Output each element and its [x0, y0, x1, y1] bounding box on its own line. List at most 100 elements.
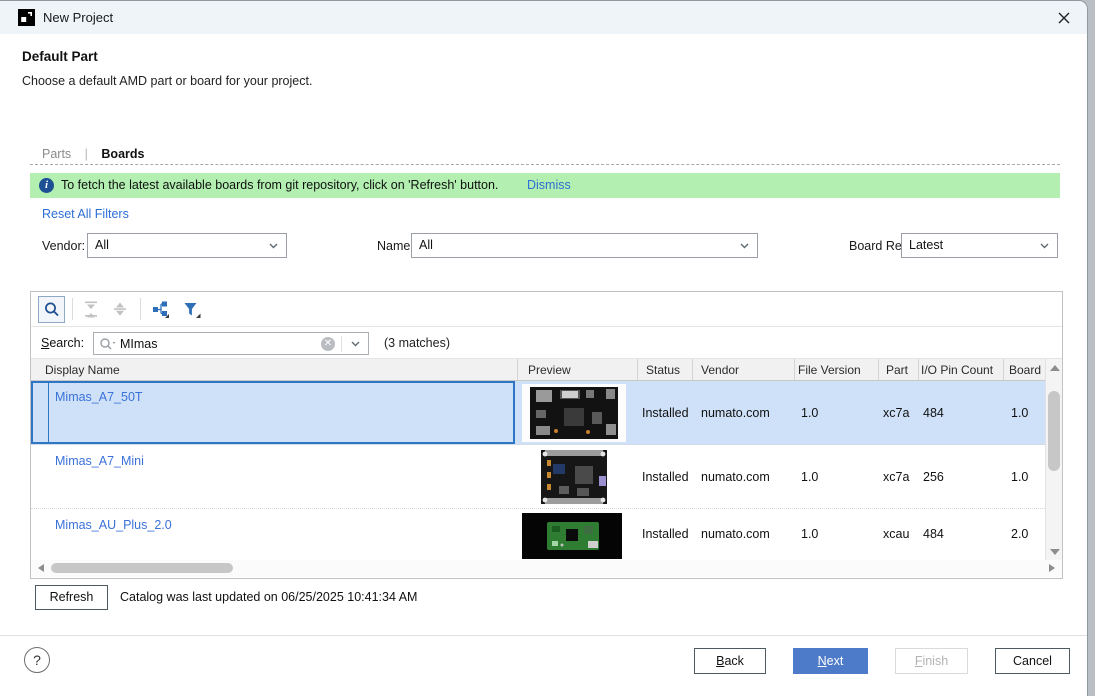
back-button[interactable]: Back [694, 648, 766, 674]
vertical-scrollbar[interactable] [1045, 359, 1062, 561]
toolbar-separator [140, 298, 141, 320]
cancel-button[interactable]: Cancel [995, 648, 1070, 674]
clear-search-icon[interactable]: ✕ [321, 337, 335, 351]
board-rev-cell: 1.0 [1011, 470, 1028, 484]
io-pin-count-cell: 256 [923, 470, 944, 484]
tab-separator: | [85, 147, 88, 161]
col-vendor[interactable]: Vendor [701, 363, 739, 377]
table-row-mimas-a7-mini[interactable]: Mimas_A7_Mini Installed numato.com 1.0 [31, 445, 1045, 509]
next-button[interactable]: Next [793, 648, 868, 674]
grid-rows: Mimas_A7_50T Installed numato.com 1.0 [31, 381, 1045, 561]
search-value: MImas [120, 337, 158, 351]
col-display-name[interactable]: Display Name [45, 363, 120, 377]
name-select[interactable]: All [411, 233, 758, 258]
page-subtitle: Choose a default AMD part or board for y… [22, 74, 312, 88]
search-label: Search: [41, 336, 84, 350]
tabs-divider [30, 164, 1060, 165]
selection-border [31, 381, 515, 444]
scroll-left-icon[interactable] [38, 564, 44, 572]
col-preview[interactable]: Preview [528, 363, 571, 377]
grid-header: Display Name Preview Status Vendor File … [31, 359, 1045, 381]
field-separator [341, 336, 342, 352]
part-cell: xcau [883, 527, 917, 541]
board-preview-image [522, 513, 622, 559]
footer-divider [0, 635, 1088, 636]
board-grid: Display Name Preview Status Vendor File … [31, 359, 1062, 561]
board-table-panel: Search: MImas ✕ (3 matches) Display Name… [30, 291, 1063, 579]
tabs: Parts | Boards [42, 147, 144, 161]
scroll-up-icon[interactable] [1050, 365, 1060, 371]
io-pin-count-cell: 484 [923, 527, 944, 541]
col-board-rev[interactable]: Board [1009, 363, 1045, 377]
match-count: (3 matches) [384, 336, 450, 350]
vertical-scroll-thumb[interactable] [1048, 391, 1060, 471]
col-io-pin-count[interactable]: I/O Pin Count [921, 363, 993, 377]
collapse-all-icon[interactable] [78, 296, 105, 323]
vendor-cell: numato.com [701, 527, 770, 541]
table-search-row: Search: MImas ✕ (3 matches) [31, 328, 1062, 359]
board-rev-cell: 2.0 [1011, 527, 1028, 541]
horizontal-scroll-thumb[interactable] [51, 563, 233, 573]
titlebar: New Project [0, 1, 1087, 34]
chevron-down-icon [1040, 243, 1049, 249]
amd-logo-icon [18, 9, 35, 26]
col-status[interactable]: Status [646, 363, 680, 377]
table-toolbar [31, 292, 1062, 327]
table-row-mimas-a7-50t[interactable]: Mimas_A7_50T Installed numato.com 1.0 [31, 381, 1045, 445]
status-cell: Installed [642, 470, 689, 484]
close-icon[interactable] [1053, 7, 1075, 29]
catalog-status-text: Catalog was last updated on 06/25/2025 1… [120, 590, 417, 604]
col-part[interactable]: Part [886, 363, 908, 377]
window-title: New Project [43, 10, 113, 25]
vendor-cell: numato.com [701, 470, 770, 484]
vendor-label: Vendor: [42, 239, 85, 253]
board-preview-image [537, 446, 611, 508]
part-cell: xc7a [883, 470, 917, 484]
io-pin-count-cell: 484 [923, 406, 944, 420]
file-version-cell: 1.0 [801, 470, 818, 484]
vendor-select[interactable]: All [87, 233, 287, 258]
chevron-down-icon [269, 243, 278, 249]
board-rev-select[interactable]: Latest [901, 233, 1058, 258]
scroll-down-icon[interactable] [1050, 549, 1060, 555]
table-row-mimas-au-plus[interactable]: Mimas_AU_Plus_2.0 Installed numato.com 1… [31, 509, 1045, 561]
info-banner: i To fetch the latest available boards f… [30, 173, 1060, 198]
dismiss-link[interactable]: Dismiss [527, 173, 571, 198]
board-rev-value: Latest [909, 238, 943, 252]
board-name-link[interactable]: Mimas_A7_Mini [55, 454, 144, 468]
board-name-link[interactable]: Mimas_AU_Plus_2.0 [55, 518, 172, 532]
page-title: Default Part [22, 49, 98, 64]
reset-all-filters-link[interactable]: Reset All Filters [42, 207, 129, 221]
search-toggle-button[interactable] [38, 296, 65, 323]
search-icon [99, 337, 116, 356]
file-version-cell: 1.0 [801, 527, 818, 541]
search-input[interactable]: MImas ✕ [93, 332, 369, 355]
chevron-down-icon[interactable] [351, 341, 360, 347]
filter-icon[interactable] [178, 296, 205, 323]
scroll-right-icon[interactable] [1049, 564, 1055, 572]
new-project-dialog: New Project Default Part Choose a defaul… [0, 0, 1088, 696]
board-preview-image [522, 384, 626, 442]
vendor-cell: numato.com [701, 406, 770, 420]
file-version-cell: 1.0 [801, 406, 818, 420]
finish-button: Finish [895, 648, 968, 674]
col-file-version[interactable]: File Version [798, 363, 861, 377]
name-label: Name: [377, 239, 414, 253]
refresh-button[interactable]: Refresh [35, 585, 108, 610]
status-cell: Installed [642, 406, 689, 420]
group-by-icon[interactable] [147, 296, 174, 323]
info-icon: i [39, 178, 54, 193]
expand-all-icon[interactable] [107, 296, 134, 323]
banner-text: To fetch the latest available boards fro… [61, 173, 498, 198]
tab-boards[interactable]: Boards [101, 147, 144, 161]
board-rev-cell: 1.0 [1011, 406, 1028, 420]
part-cell: xc7a [883, 406, 917, 420]
help-button[interactable]: ? [24, 647, 50, 673]
horizontal-scrollbar[interactable] [31, 560, 1062, 577]
vendor-value: All [95, 238, 109, 252]
status-cell: Installed [642, 527, 689, 541]
tab-parts[interactable]: Parts [42, 147, 71, 161]
name-value: All [419, 238, 433, 252]
toolbar-separator [72, 298, 73, 320]
chevron-down-icon [740, 243, 749, 249]
